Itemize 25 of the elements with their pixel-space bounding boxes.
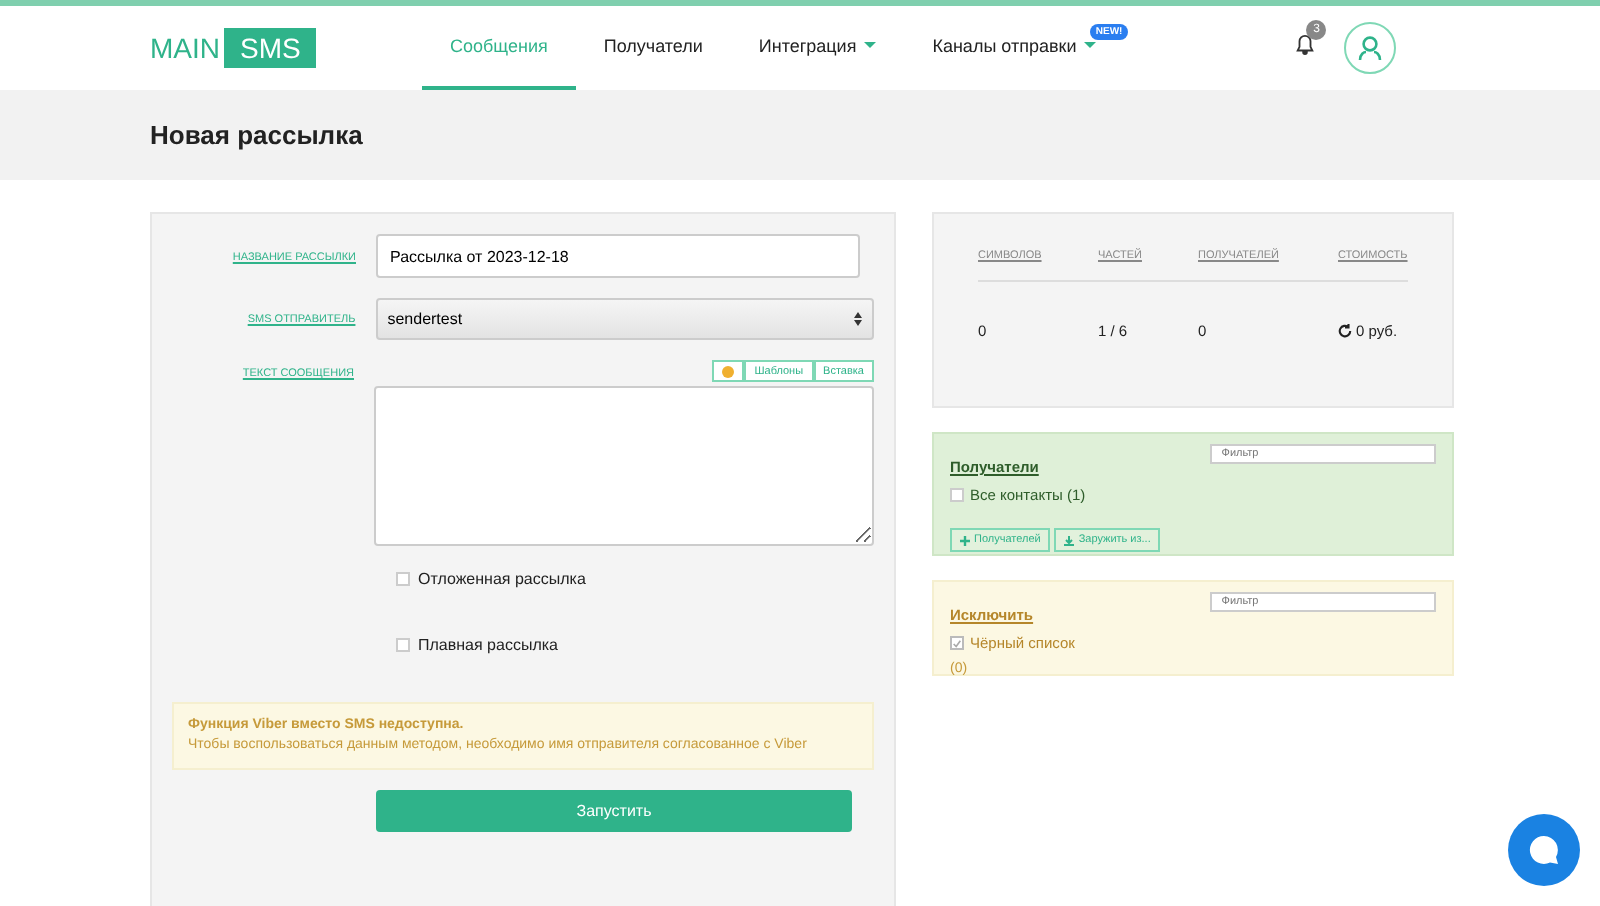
page-title: Новая рассылка: [150, 120, 363, 150]
caret-icon: [1084, 42, 1097, 50]
logo-badge: SMS: [224, 28, 317, 68]
user-icon: [1356, 34, 1385, 62]
checkbox[interactable]: [396, 572, 410, 586]
logo-text: MAIN: [150, 32, 220, 64]
checkbox[interactable]: [396, 638, 410, 652]
bell-icon[interactable]: [1294, 34, 1317, 56]
emoji-button[interactable]: [712, 360, 745, 382]
sender-select[interactable]: sendertest: [375, 298, 874, 340]
chat-button[interactable]: [1508, 814, 1580, 886]
caret-icon: [864, 42, 877, 50]
download-icon: [1064, 535, 1075, 545]
checkbox[interactable]: [950, 488, 964, 502]
chat-icon: [1528, 834, 1560, 866]
user-avatar[interactable]: [1344, 22, 1397, 74]
smiley-icon: [722, 365, 735, 377]
nav-tab[interactable]: Получатели: [575, 6, 731, 90]
checkbox[interactable]: [950, 636, 964, 650]
plus-icon: [960, 535, 970, 545]
nav-tab[interactable]: Интеграция: [730, 6, 905, 90]
select-arrows-icon: [854, 312, 862, 326]
message-field[interactable]: [374, 386, 874, 546]
refresh-icon[interactable]: [1338, 324, 1352, 338]
name-field[interactable]: Рассылка от 2023-12-18: [376, 234, 860, 278]
